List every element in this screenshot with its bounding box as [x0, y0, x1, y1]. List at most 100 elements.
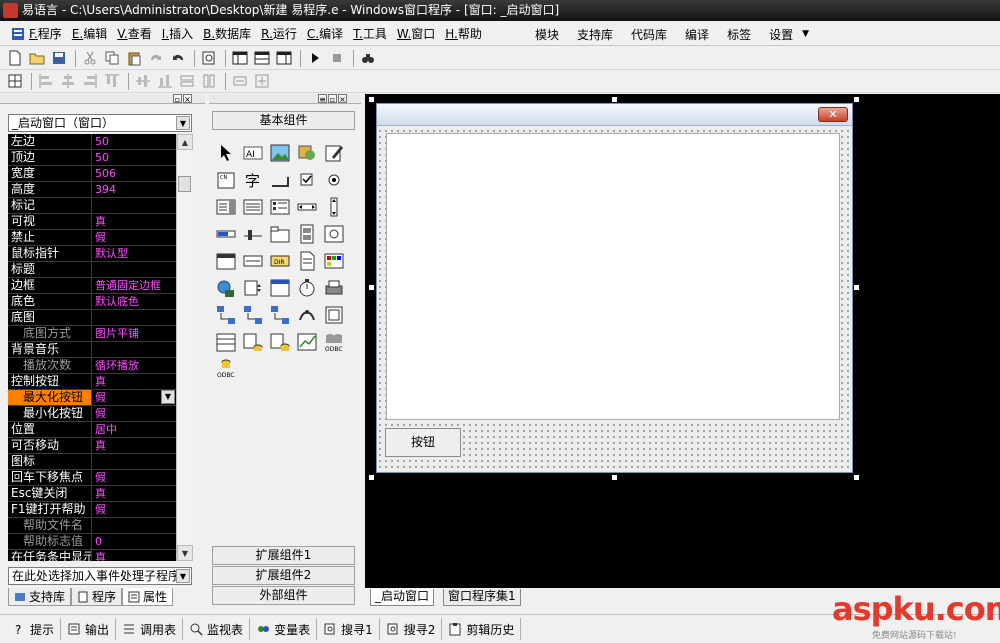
timer-tool[interactable] [296, 277, 318, 299]
same-width-button[interactable] [177, 72, 197, 91]
layout-1-button[interactable] [230, 49, 250, 68]
db-connection-tool[interactable] [269, 331, 291, 353]
property-value[interactable]: 真 [92, 550, 176, 561]
property-row[interactable]: 底色 默认底色 [8, 294, 176, 310]
property-row[interactable]: 播放次数 循环播放 [8, 358, 176, 374]
property-value[interactable] [92, 518, 176, 533]
common-dialog-tool[interactable] [269, 277, 291, 299]
color-picker-tool[interactable] [323, 250, 345, 272]
tab-support-lib[interactable]: 支持库 [8, 588, 72, 606]
scroll-thumb[interactable] [178, 176, 191, 192]
property-row[interactable]: 左边 50 [8, 134, 176, 150]
property-row[interactable]: Esc键关闭真 [8, 486, 176, 502]
menu-tools[interactable]: T. 工具 [348, 24, 392, 44]
tab-output[interactable]: 输出 [61, 618, 117, 640]
tab-hint[interactable]: ? 提示 [6, 618, 62, 640]
event-selector[interactable]: 在此处选择加入事件处理子程序 ▼ [8, 567, 192, 585]
select-listbox-tool[interactable] [269, 196, 291, 218]
vscroll-tool[interactable] [323, 196, 345, 218]
save-button[interactable] [49, 49, 69, 68]
property-row[interactable]: 边框 普通固定边框 [8, 278, 176, 294]
property-row[interactable]: 底图方式 图片平铺 [8, 326, 176, 342]
redo-button[interactable] [146, 49, 166, 68]
property-row[interactable]: 禁止假 [8, 230, 176, 246]
property-value[interactable]: 50 [92, 134, 176, 149]
property-value[interactable] [92, 454, 176, 469]
property-row-selected[interactable]: 最大化按钮假 ▼ [8, 390, 176, 406]
property-row[interactable]: 标题 [8, 262, 176, 278]
align-left-button[interactable] [36, 72, 56, 91]
property-value[interactable]: 居中 [92, 422, 176, 437]
tab-clip-history[interactable]: 剪辑历史 [442, 618, 522, 640]
hyperlink-tool[interactable] [215, 277, 237, 299]
property-row[interactable]: 位置 居中 [8, 422, 176, 438]
tab-control-tool[interactable] [269, 223, 291, 245]
property-value[interactable]: 默认型 [92, 246, 176, 261]
file-box-tool[interactable] [296, 250, 318, 272]
ext-components-1[interactable]: 扩展组件1 [212, 546, 355, 565]
center-form-button[interactable] [252, 72, 272, 91]
resize-handle[interactable] [368, 474, 375, 481]
close-icon[interactable]: × [338, 94, 347, 104]
adjuster-tool[interactable] [242, 277, 264, 299]
property-scrollbar[interactable]: ▲ ▼ [176, 134, 193, 561]
chevron-down-icon[interactable]: ▼ [161, 390, 175, 404]
tab-search-1[interactable]: 搜寻1 [317, 618, 380, 640]
open-file-button[interactable] [27, 49, 47, 68]
property-value[interactable]: 50 [92, 150, 176, 165]
picture-box-tool[interactable] [269, 142, 291, 164]
property-value[interactable]: 假 [92, 406, 176, 421]
resize-handle[interactable] [368, 284, 375, 291]
property-row[interactable]: 回车下移焦点假 [8, 470, 176, 486]
tab-search-2[interactable]: 搜寻2 [380, 618, 443, 640]
ext-components-2[interactable]: 扩展组件2 [212, 566, 355, 585]
layout-3-button[interactable] [274, 49, 294, 68]
property-value[interactable]: 真 [92, 486, 176, 501]
resize-handle[interactable] [611, 474, 618, 481]
server-tool[interactable] [269, 304, 291, 326]
image-box-tool[interactable] [323, 223, 345, 245]
align-right-button[interactable] [80, 72, 100, 91]
menu-code-lib[interactable]: 代码库 [622, 24, 676, 44]
resize-handle[interactable] [853, 96, 860, 103]
slider-tool[interactable] [242, 223, 264, 245]
designed-window-titlebar[interactable] [377, 104, 852, 126]
restore-icon[interactable]: ▫ [173, 94, 182, 104]
property-value[interactable] [92, 342, 176, 357]
property-value[interactable]: 图片平铺 [92, 326, 176, 341]
menu-compile[interactable]: C. 编译 [302, 24, 348, 44]
text-box-tool[interactable]: 字 [242, 169, 264, 191]
property-value[interactable]: 394 [92, 182, 176, 197]
menu-support-lib[interactable]: 支持库 [568, 24, 622, 44]
scroll-up-icon[interactable]: ▲ [177, 134, 193, 150]
property-value[interactable]: 真 [92, 214, 176, 229]
database-tool[interactable] [215, 331, 237, 353]
combobox-tool[interactable] [215, 196, 237, 218]
stop-button[interactable] [327, 49, 347, 68]
menu-edit[interactable]: E. 编辑 [67, 24, 112, 44]
chevron-down-icon[interactable]: ▼ [176, 569, 190, 583]
property-row[interactable]: 图标 [8, 454, 176, 470]
cut-button[interactable] [80, 49, 100, 68]
property-value[interactable] [92, 310, 176, 325]
property-row[interactable]: 可否移动真 [8, 438, 176, 454]
property-row[interactable]: 可视真 [8, 214, 176, 230]
property-row[interactable]: 高度 394 [8, 182, 176, 198]
listbox-tool[interactable] [242, 196, 264, 218]
property-row[interactable]: 帮助标志值 0 [8, 534, 176, 550]
paste-button[interactable] [124, 49, 144, 68]
tab-call-stack[interactable]: 调用表 [116, 618, 184, 640]
menu-run[interactable]: R. 运行 [256, 24, 302, 44]
tab-window-program-set[interactable]: 窗口程序集1 [443, 589, 521, 606]
pointer-tool[interactable] [215, 142, 237, 164]
port-tool[interactable] [296, 304, 318, 326]
undo-button[interactable] [168, 49, 188, 68]
menu-lines-icon[interactable]: ≡ [318, 94, 327, 104]
align-middle-button[interactable] [133, 72, 153, 91]
table-tool[interactable] [323, 304, 345, 326]
property-value[interactable]: 0 [92, 534, 176, 549]
property-row[interactable]: 在任务条中显示真 [8, 550, 176, 561]
edit-line-tool[interactable] [269, 169, 291, 191]
new-file-button[interactable] [5, 49, 25, 68]
align-grid-button[interactable] [5, 72, 25, 91]
